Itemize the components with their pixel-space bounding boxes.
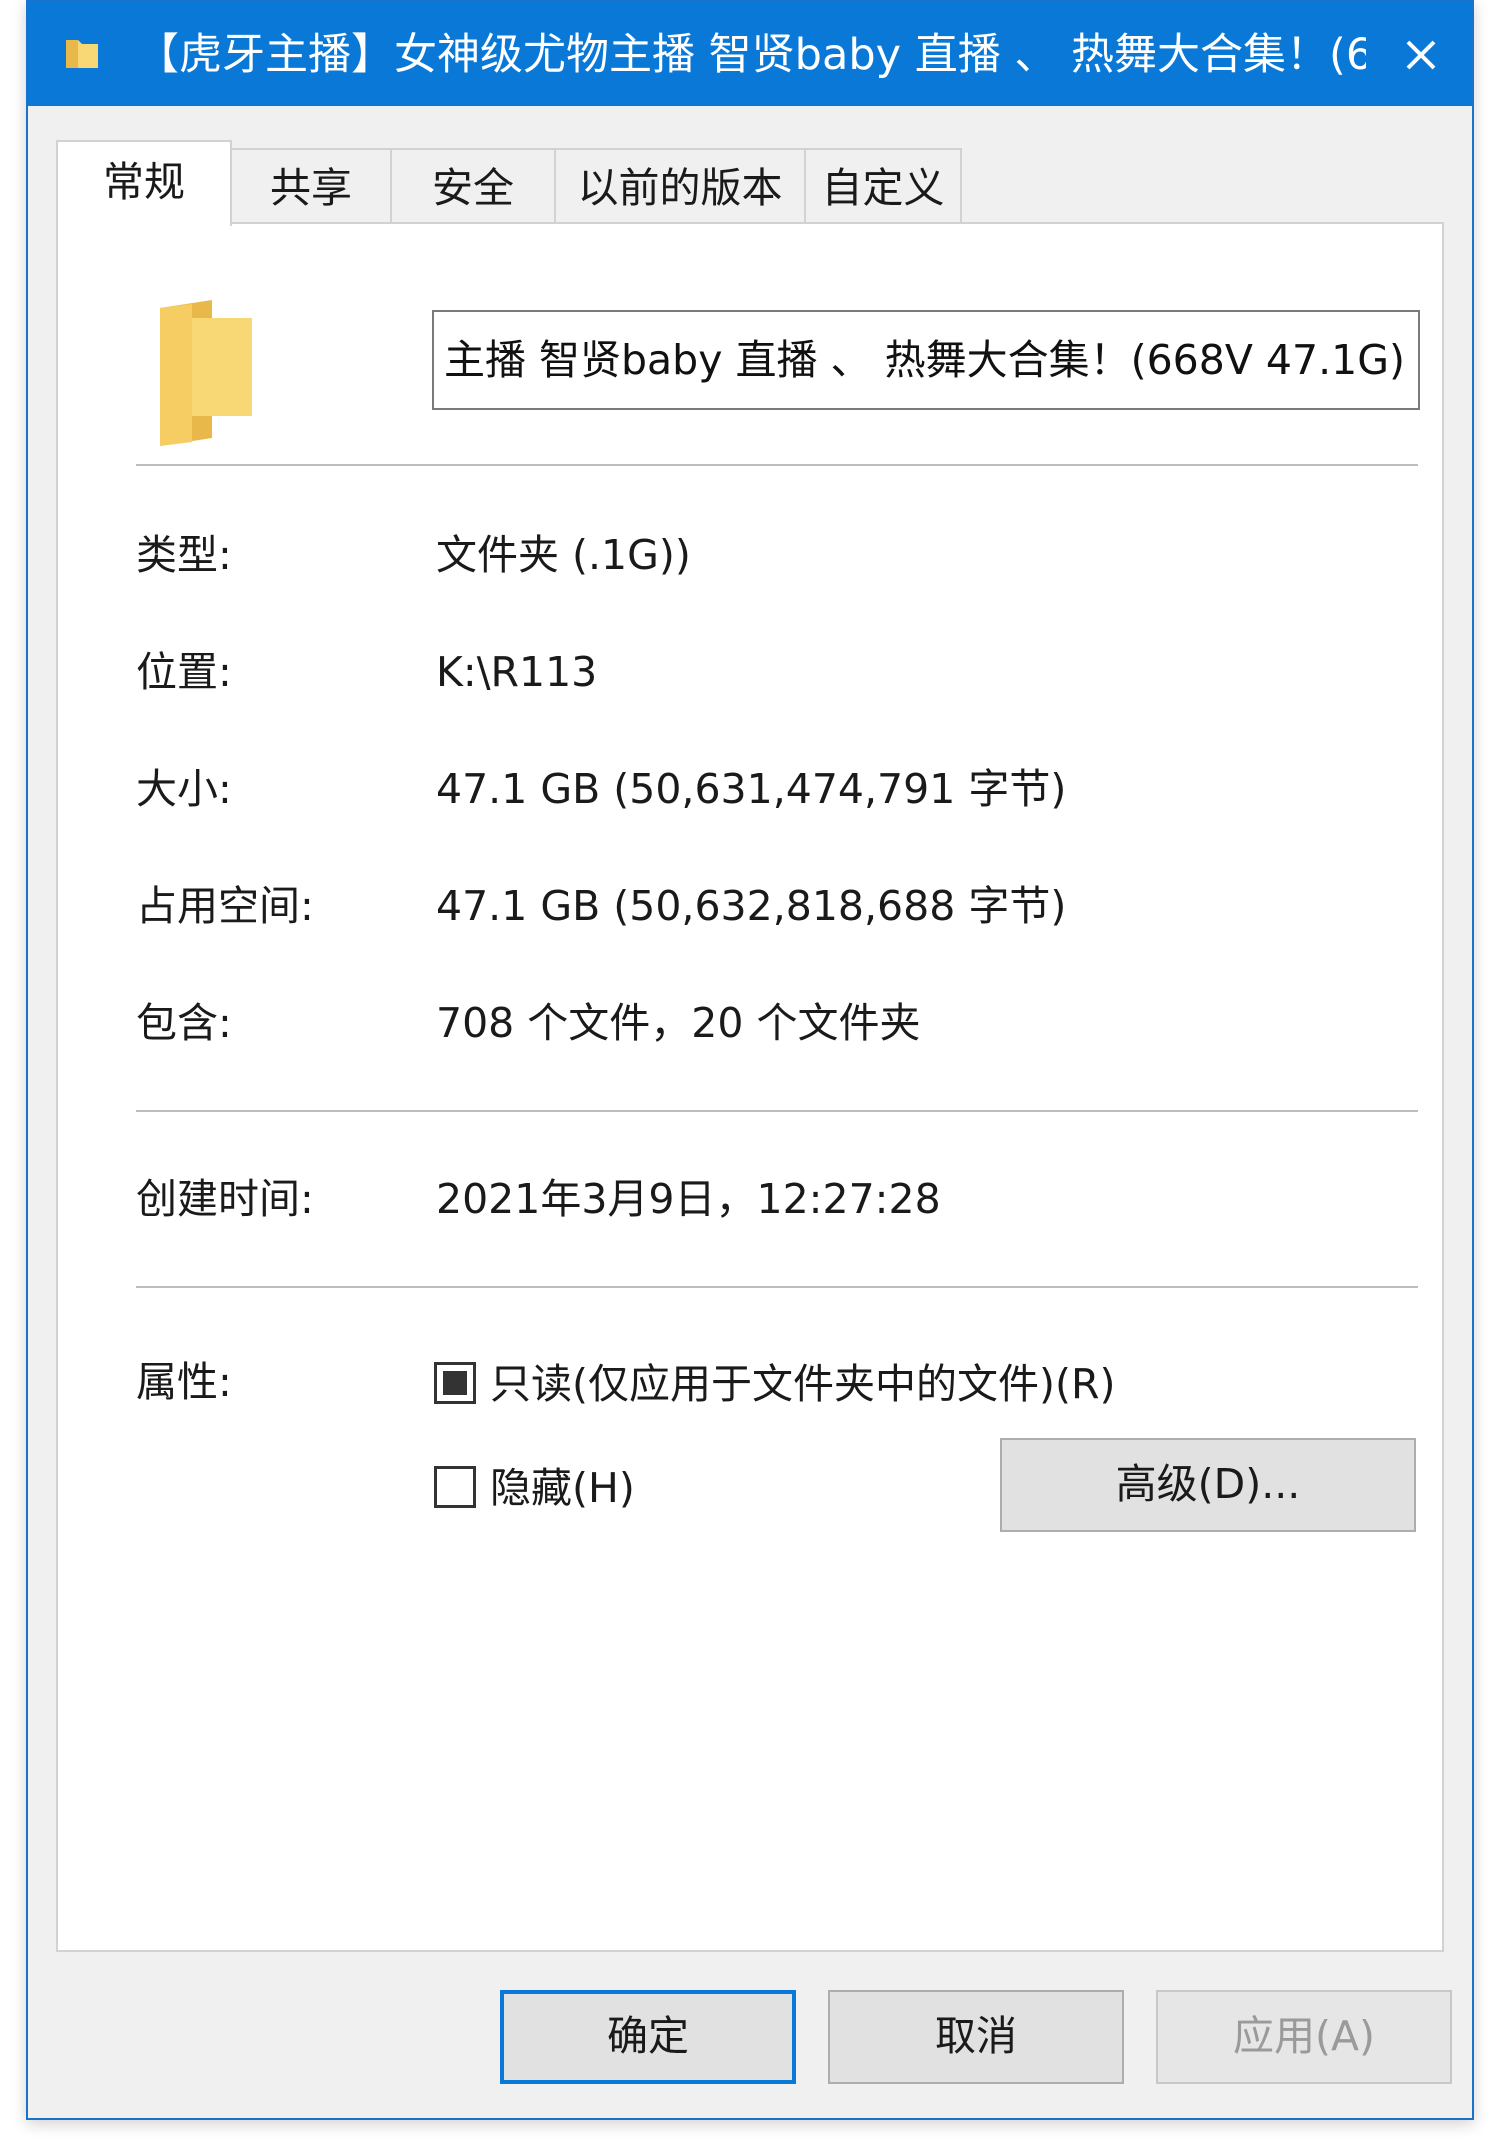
properties-dialog: 【虎牙主播】女神级尤物主播 智贤baby 直播 、 热舞大合集！(6... 常规… bbox=[26, 0, 1474, 2120]
created-label: 创建时间: bbox=[136, 1175, 314, 1223]
tab-security[interactable]: 安全 bbox=[390, 148, 556, 224]
folder-icon bbox=[66, 40, 98, 68]
size-label: 大小: bbox=[136, 765, 232, 813]
cancel-button[interactable]: 取消 bbox=[828, 1990, 1124, 2084]
title-bar: 【虎牙主播】女神级尤物主播 智贤baby 直播 、 热舞大合集！(6... bbox=[28, 2, 1472, 106]
size-on-disk-label: 占用空间: bbox=[136, 882, 314, 930]
location-value: K:\R113 bbox=[436, 648, 598, 696]
folder-icon bbox=[160, 300, 252, 446]
hidden-checkbox[interactable] bbox=[434, 1466, 476, 1508]
type-label: 类型: bbox=[136, 531, 232, 579]
contains-value: 708 个文件，20 个文件夹 bbox=[436, 999, 921, 1047]
tab-sharing[interactable]: 共享 bbox=[230, 148, 392, 224]
attributes-label: 属性: bbox=[136, 1358, 232, 1406]
contains-label: 包含: bbox=[136, 999, 232, 1047]
tab-customize[interactable]: 自定义 bbox=[804, 148, 962, 224]
tab-previous-versions[interactable]: 以前的版本 bbox=[554, 148, 806, 224]
location-label: 位置: bbox=[136, 648, 232, 696]
general-panel: 主播 智贤baby 直播 、 热舞大合集！(668V 47.1G) 类型: 文件… bbox=[56, 222, 1444, 1952]
created-value: 2021年3月9日，12:27:28 bbox=[436, 1175, 941, 1223]
tab-general[interactable]: 常规 bbox=[56, 140, 232, 226]
close-icon[interactable] bbox=[1390, 24, 1452, 86]
indeterminate-mark-icon bbox=[443, 1371, 467, 1395]
divider bbox=[136, 1110, 1418, 1112]
divider bbox=[136, 1286, 1418, 1288]
folder-name-field[interactable]: 主播 智贤baby 直播 、 热舞大合集！(668V 47.1G) bbox=[432, 310, 1420, 410]
hidden-label[interactable]: 隐藏(H) bbox=[490, 1460, 635, 1516]
advanced-button[interactable]: 高级(D)... bbox=[1000, 1438, 1416, 1532]
ok-button[interactable]: 确定 bbox=[500, 1990, 796, 2084]
window-title: 【虎牙主播】女神级尤物主播 智贤baby 直播 、 热舞大合集！(6... bbox=[136, 30, 1366, 80]
readonly-label[interactable]: 只读(仅应用于文件夹中的文件)(R) bbox=[490, 1356, 1115, 1412]
size-value: 47.1 GB (50,631,474,791 字节) bbox=[436, 765, 1067, 813]
divider bbox=[136, 464, 1418, 466]
apply-button[interactable]: 应用(A) bbox=[1156, 1990, 1452, 2084]
size-on-disk-value: 47.1 GB (50,632,818,688 字节) bbox=[436, 882, 1067, 930]
readonly-checkbox[interactable] bbox=[434, 1362, 476, 1404]
type-value: 文件夹 (.1G)) bbox=[436, 531, 691, 579]
